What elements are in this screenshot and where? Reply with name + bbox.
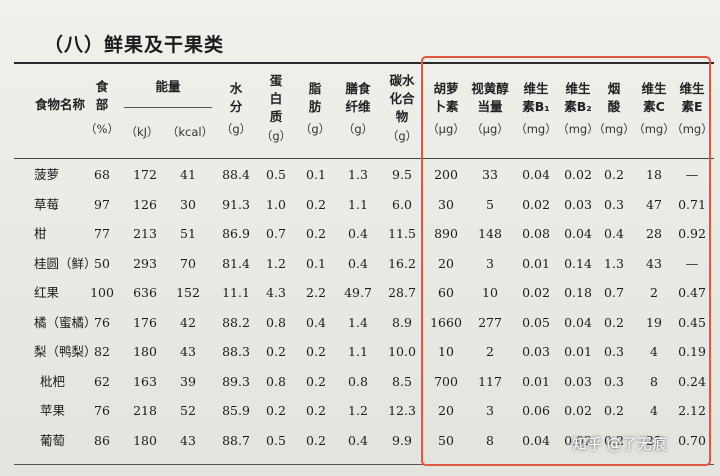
- header-fiber-unit: （g）: [342, 122, 374, 136]
- table-cell: 50: [94, 255, 110, 271]
- table-cell: 213: [133, 226, 157, 241]
- header-water-unit: （g）: [220, 122, 252, 136]
- header-edible-unit: （%）: [85, 122, 119, 136]
- table-cell: 9.5: [392, 167, 412, 182]
- table-cell: 28.7: [388, 285, 416, 300]
- table-cell: 0.4: [348, 432, 368, 448]
- table-cell: 1.2: [348, 403, 368, 418]
- table-cell: 70: [180, 255, 196, 271]
- table-cell: 10.0: [388, 344, 416, 359]
- food-name-cell: 枇杷: [40, 373, 66, 389]
- table-cell: 0.2: [306, 226, 326, 241]
- table-cell: 152: [176, 285, 200, 300]
- table-cell: 42: [180, 314, 196, 330]
- table-cell: 0.4: [306, 314, 326, 330]
- food-name-cell: 菠萝: [34, 167, 60, 182]
- table-cell: 43: [180, 432, 196, 448]
- table-cell: 43: [180, 344, 196, 359]
- table-cell: 293: [133, 255, 157, 271]
- table-cell: 77: [94, 226, 110, 241]
- table-cell: 100: [90, 285, 114, 300]
- header-water: 水 分: [229, 81, 243, 114]
- table-cell: 176: [133, 314, 157, 330]
- header-carb: 碳水 化合 物: [389, 73, 415, 124]
- table-cell: 76: [94, 403, 110, 418]
- table-cell: 163: [133, 373, 157, 389]
- table-cell: 97: [94, 196, 110, 212]
- table-cell: 0.2: [306, 403, 326, 418]
- food-name-cell: 苹果: [40, 403, 66, 418]
- document-page: （八）鲜果及干果类 食物名称 食 部 （%） 能量 （kJ） （kcal） 水 …: [0, 0, 720, 476]
- table-cell: 39: [180, 373, 196, 389]
- table-cell: 0.1: [306, 167, 326, 182]
- table-cell: 0.8: [348, 373, 368, 389]
- table-cell: 52: [180, 403, 196, 418]
- red-highlight-box: [421, 56, 711, 466]
- table-cell: 86: [94, 432, 110, 448]
- header-edible: 食 部: [95, 79, 109, 112]
- table-cell: 49.7: [344, 285, 372, 300]
- energy-divider: [124, 107, 212, 108]
- table-cell: 6.0: [392, 196, 412, 212]
- table-cell: 172: [133, 167, 157, 182]
- watermark: 知乎 @了无痕: [572, 435, 667, 453]
- food-name-cell: 红果: [34, 285, 60, 300]
- table-cell: 126: [133, 196, 157, 212]
- table-cell: 12.3: [388, 403, 416, 418]
- table-cell: 1.4: [348, 314, 368, 330]
- header-fat: 脂 肪: [308, 81, 322, 114]
- table-cell: 0.4: [348, 226, 368, 241]
- table-cell: 0.2: [306, 344, 326, 359]
- header-energy-kj: （kJ）: [125, 125, 159, 139]
- header-carb-unit: （g）: [386, 129, 418, 143]
- table-cell: 0.2: [306, 196, 326, 212]
- table-cell: 82: [94, 344, 110, 359]
- table-cell: 51: [180, 226, 196, 241]
- table-cell: 180: [133, 344, 157, 359]
- header-protein-unit: （g）: [260, 129, 292, 143]
- header-energy-kcal: （kcal）: [166, 125, 214, 139]
- food-name-cell: 柑: [34, 226, 47, 241]
- header-fiber: 膳食 纤维: [345, 81, 371, 114]
- table-cell: 0.1: [306, 255, 326, 271]
- table-cell: 1.1: [348, 344, 368, 359]
- table-cell: 218: [133, 403, 157, 418]
- header-energy: 能量: [155, 79, 181, 94]
- table-cell: 1.1: [348, 196, 368, 212]
- table-cell: 0.2: [306, 432, 326, 448]
- table-cell: 76: [94, 314, 110, 330]
- table-cell: 30: [180, 196, 196, 212]
- table-cell: 0.4: [348, 255, 368, 271]
- table-cell: 1.3: [348, 167, 368, 182]
- section-title: （八）鲜果及干果类: [44, 34, 225, 56]
- table-cell: 636: [133, 285, 157, 300]
- food-name-cell: 葡萄: [40, 432, 66, 448]
- table-cell: 0.2: [306, 373, 326, 389]
- table-cell: 180: [133, 432, 157, 448]
- table-cell: 68: [94, 167, 110, 182]
- table-cell: 8.5: [392, 373, 412, 389]
- header-fat-unit: （g）: [299, 122, 331, 136]
- table-cell: 2.2: [306, 285, 326, 300]
- table-cell: 62: [94, 373, 110, 389]
- table-cell: 41: [180, 167, 196, 182]
- table-cell: 9.9: [392, 432, 412, 448]
- table-cell: 8.9: [392, 314, 412, 330]
- header-protein: 蛋 白 质: [269, 73, 283, 124]
- table-cell: 16.2: [388, 255, 416, 271]
- food-name-cell: 草莓: [34, 196, 60, 212]
- table-cell: 11.5: [388, 226, 416, 241]
